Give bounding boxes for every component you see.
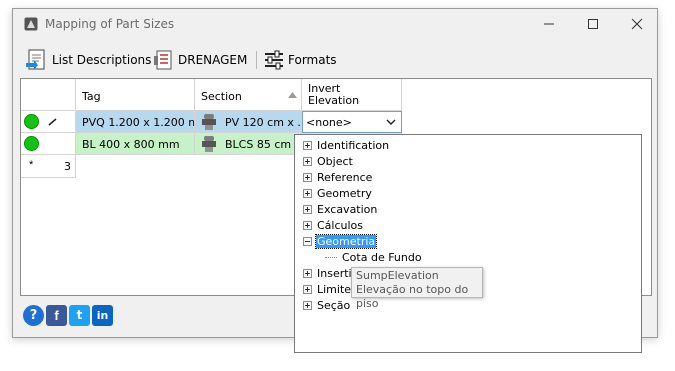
app-icon [24, 17, 38, 31]
tree-item-label: Cálculos [317, 218, 364, 232]
tree-item[interactable]: Seção [303, 297, 351, 313]
part-icon [202, 136, 216, 152]
invert-elevation-combobox[interactable]: <none> [302, 111, 402, 133]
toolbar-separator [256, 51, 257, 69]
expand-icon[interactable] [303, 188, 312, 198]
tree-item[interactable]: Reference [303, 169, 373, 185]
tag-cell[interactable]: BL 400 x 800 mm [76, 133, 195, 155]
dropdown-chevron-icon[interactable] [386, 119, 396, 126]
tree-item[interactable]: Limites [303, 281, 358, 297]
column-header-section[interactable]: Section [195, 79, 302, 111]
expand-icon[interactable] [303, 284, 312, 294]
expand-icon[interactable] [303, 220, 312, 230]
tree-item-label: Cota de Fundo [342, 250, 422, 264]
new-row-header[interactable]: * 3 [21, 155, 76, 178]
drenagem-button[interactable]: DRENAGEM [153, 49, 247, 71]
section-value: BLCS 85 cm ... [225, 138, 302, 151]
minimize-icon [544, 23, 554, 25]
expand-icon[interactable] [303, 204, 312, 214]
column-header-invert-elevation[interactable]: Invert Elevation [302, 79, 402, 111]
tree-item-label: Identification [317, 138, 390, 152]
part-icon [202, 114, 216, 130]
sort-ascending-icon [288, 92, 297, 98]
row-header-corner [21, 79, 76, 111]
drenagem-label: DRENAGEM [178, 53, 248, 67]
tag-value: BL 400 x 800 mm [82, 138, 180, 151]
expand-icon[interactable] [303, 268, 312, 278]
tree-item[interactable]: Geometry [303, 185, 373, 201]
column-header-invert-elevation-label: Invert Elevation [308, 82, 360, 107]
column-header-tag[interactable]: Tag [76, 79, 195, 111]
title-bar: Mapping of Part Sizes [13, 9, 657, 39]
list-descriptions-icon [26, 49, 45, 70]
row-header-2[interactable] [21, 133, 76, 155]
window-title: Mapping of Part Sizes [45, 17, 175, 31]
column-header-section-label: Section [201, 90, 242, 103]
tree-connector [325, 256, 337, 258]
pencil-icon [48, 118, 57, 126]
invert-elevation-value: <none> [306, 116, 352, 129]
close-icon [631, 18, 643, 30]
facebook-icon[interactable]: f [46, 305, 67, 326]
expand-icon[interactable] [303, 300, 312, 310]
drenagem-icon [154, 50, 172, 70]
tag-value: PVQ 1.200 x 1.200 mm [82, 116, 194, 129]
section-value: PV 120 cm x ... [225, 116, 302, 129]
section-cell[interactable]: PV 120 cm x ... [195, 111, 302, 133]
expand-icon[interactable] [303, 140, 312, 150]
invert-elevation-dropdown[interactable]: Identification Object Reference Geometry Exc… [294, 134, 642, 353]
close-button[interactable] [615, 13, 659, 35]
new-row-icon: * [29, 159, 34, 171]
tree-item[interactable]: Object [303, 153, 354, 169]
tree-item-label: Seção [317, 298, 351, 312]
row-header-1[interactable] [21, 111, 76, 133]
toolbar: List Descriptions DRENAGEM Formats [13, 45, 657, 75]
expand-icon[interactable] [303, 172, 312, 182]
status-dot-ok [24, 114, 39, 129]
tooltip-title: SumpElevation [356, 269, 439, 282]
tree-item[interactable]: Cota de Fundo [325, 249, 423, 265]
tree-item[interactable]: Geometria [303, 233, 378, 249]
new-row-number: 3 [64, 160, 71, 173]
twitter-icon[interactable]: t [69, 305, 90, 326]
formats-label: Formats [288, 53, 337, 67]
collapse-icon[interactable] [303, 236, 312, 246]
expand-icon[interactable] [303, 156, 312, 166]
tag-cell[interactable]: PVQ 1.200 x 1.200 mm [76, 111, 195, 133]
tree-item[interactable]: Cálculos [303, 217, 364, 233]
tooltip-description: Elevação no topo do piso [356, 283, 469, 310]
list-descriptions-button[interactable]: List Descriptions [25, 49, 151, 71]
status-dot-ok [24, 136, 39, 151]
formats-icon [265, 50, 283, 70]
help-icon[interactable]: ? [23, 305, 44, 326]
maximize-icon [588, 19, 598, 29]
list-descriptions-label: List Descriptions [52, 53, 152, 67]
tree-item-label: Geometria [314, 233, 378, 249]
tree-item-label: Object [317, 154, 353, 168]
tree-item-label: Reference [317, 170, 373, 184]
tooltip: SumpElevation Elevação no topo do piso [351, 267, 483, 310]
maximize-button[interactable] [571, 13, 615, 35]
tree-item[interactable]: Excavation [303, 201, 378, 217]
minimize-button[interactable] [527, 13, 571, 35]
tree-item[interactable]: Identification [303, 137, 390, 153]
section-cell[interactable]: BLCS 85 cm ... [195, 133, 302, 155]
column-header-tag-label: Tag [82, 90, 101, 103]
tree-item-label: Excavation [317, 202, 378, 216]
tree-item-label: Geometry [317, 186, 372, 200]
linkedin-icon[interactable]: in [92, 305, 113, 326]
formats-button[interactable]: Formats [263, 49, 337, 71]
